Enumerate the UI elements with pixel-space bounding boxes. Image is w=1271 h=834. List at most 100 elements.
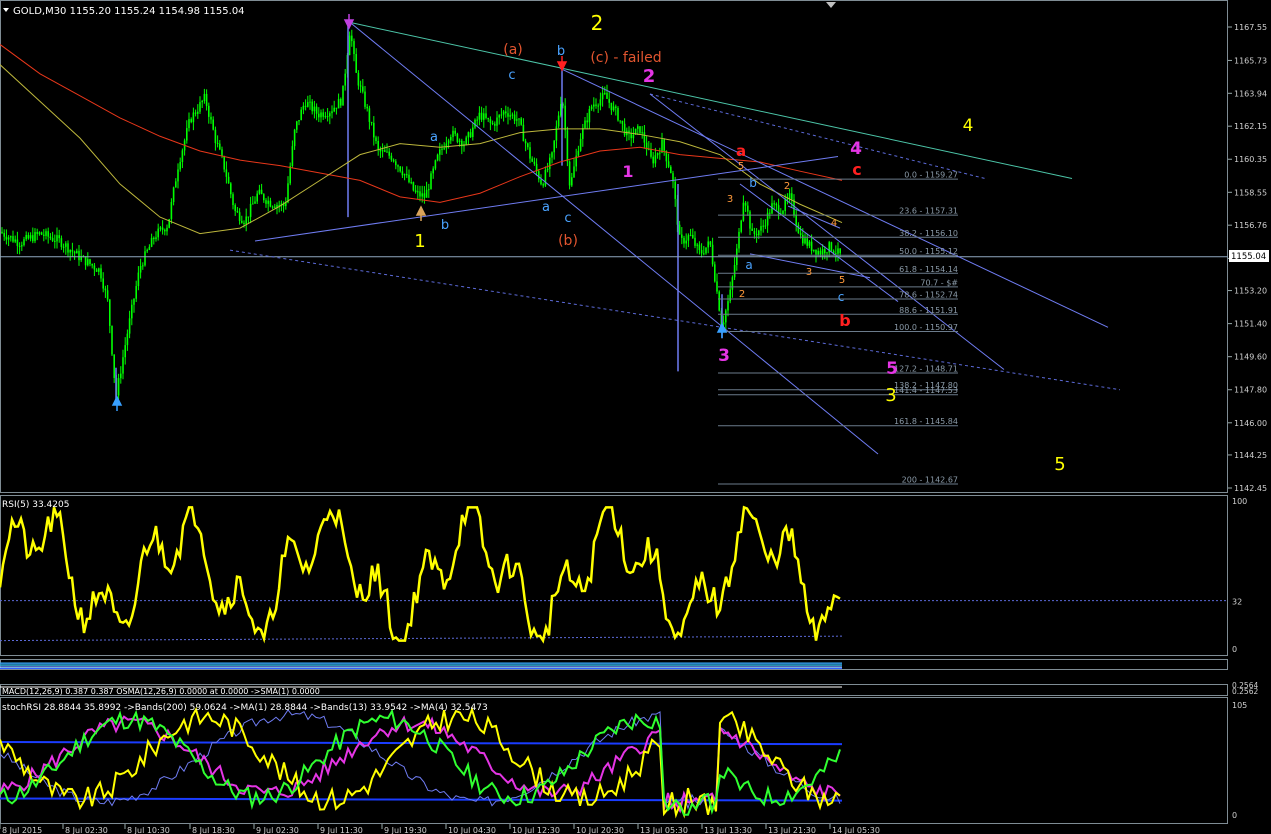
wave-label: 3 [727, 194, 733, 205]
candle-body [36, 232, 38, 234]
candle-body [254, 201, 256, 204]
candle-body [604, 92, 606, 94]
candle-body [194, 112, 197, 114]
candle-body [821, 249, 824, 255]
candle-body [612, 106, 615, 111]
candle-body [681, 234, 683, 238]
candle-body [740, 220, 742, 232]
candle-body [267, 200, 269, 204]
wave-label: 2 [643, 66, 656, 87]
candle-body [784, 199, 786, 211]
candle-body [835, 253, 837, 255]
candle-body [25, 235, 27, 240]
candle-body [230, 183, 232, 195]
candle-body [428, 189, 430, 191]
time-tick-label: 10 Jul 20:30 [576, 826, 624, 834]
candle-body [806, 238, 808, 246]
candle-body [795, 215, 797, 225]
stoch-tick-label: 105 [1232, 701, 1247, 710]
time-tick-label: 8 Jul 10:30 [127, 826, 170, 834]
candle-body [751, 228, 753, 231]
price-panel[interactable]: 0.0 - 1159.27 23.6 - 1157.31 38.2 - 1156.1… [0, 11, 1228, 485]
candle-body [124, 345, 126, 358]
candle-body [353, 41, 355, 54]
candle-body [216, 142, 219, 144]
candle-body [311, 101, 313, 112]
candle-body [707, 241, 709, 248]
candle-body [144, 251, 146, 266]
candle-body [210, 116, 212, 120]
candle-body [113, 354, 115, 378]
candle-body [241, 220, 243, 223]
candle-body [67, 243, 69, 253]
candle-body [166, 227, 168, 232]
candle-body [546, 168, 549, 171]
candle-body [566, 130, 569, 162]
candle-body [100, 268, 102, 279]
candle-body [122, 357, 124, 374]
current-price-label: 1155.04 [1231, 252, 1266, 262]
candle-body [401, 171, 404, 176]
candle-body [687, 235, 690, 241]
candle-body [38, 232, 41, 234]
candle-body [718, 291, 720, 311]
scroll-marker-icon[interactable] [826, 2, 836, 8]
wave-label: 4 [963, 116, 974, 136]
fib-level-label: 70.7 - $# [920, 278, 958, 287]
candle-body [568, 161, 571, 186]
symbol-dropdown-icon[interactable] [3, 8, 9, 12]
candle-body [126, 333, 129, 346]
candle-body [582, 128, 584, 139]
price-tick-label: 1151.40 [1234, 320, 1267, 329]
stoch-band-upper [0, 741, 843, 746]
rsi-panel[interactable]: 100 32 0 [0, 497, 1247, 654]
candle-body [14, 239, 16, 242]
candle-body [256, 193, 258, 202]
candle-body [557, 115, 560, 127]
candle-body [810, 241, 813, 251]
candle-body [199, 102, 201, 112]
candle-body [678, 224, 681, 235]
candle-body [298, 120, 300, 122]
candle-body [56, 235, 58, 242]
candle-body [641, 132, 643, 134]
candle-body [509, 115, 511, 117]
trendline-green [349, 21, 1073, 180]
candle-body [337, 98, 340, 109]
candle-body [232, 194, 234, 206]
candle-body [47, 231, 49, 237]
candle-body [439, 149, 441, 155]
candle-body [652, 156, 654, 164]
candle-body [51, 237, 54, 241]
candle-body [738, 231, 740, 249]
trading-chart[interactable]: 0.0 - 1159.27 23.6 - 1157.31 38.2 - 1156.1… [0, 0, 1271, 834]
candle-body [291, 146, 294, 166]
candle-body [837, 248, 839, 254]
moving-average-red [0, 44, 843, 203]
candle-body [104, 288, 107, 291]
candle-body [650, 148, 652, 157]
candle-body [357, 72, 360, 86]
candle-body [3, 232, 5, 237]
candle-body [621, 120, 624, 124]
candle-body [370, 121, 373, 123]
stochrsi-panel[interactable]: 105 0 [0, 701, 1247, 820]
candle-body [410, 182, 412, 184]
candle-body [788, 193, 791, 199]
candle-body [60, 238, 63, 247]
candle-body [533, 161, 536, 164]
candle-body [551, 152, 553, 158]
candle-body [326, 116, 329, 118]
candle-body [399, 166, 401, 172]
candle-body [538, 171, 540, 180]
wave-label: 1 [622, 162, 633, 181]
candle-body [29, 235, 32, 239]
candle-body [716, 281, 718, 292]
candle-body [159, 227, 162, 229]
candle-body [320, 112, 322, 118]
candle-body [516, 119, 518, 121]
candle-body [599, 99, 602, 106]
candle-body [54, 240, 56, 242]
wave-arrow-up-icon [716, 322, 728, 338]
candle-body [128, 318, 131, 334]
